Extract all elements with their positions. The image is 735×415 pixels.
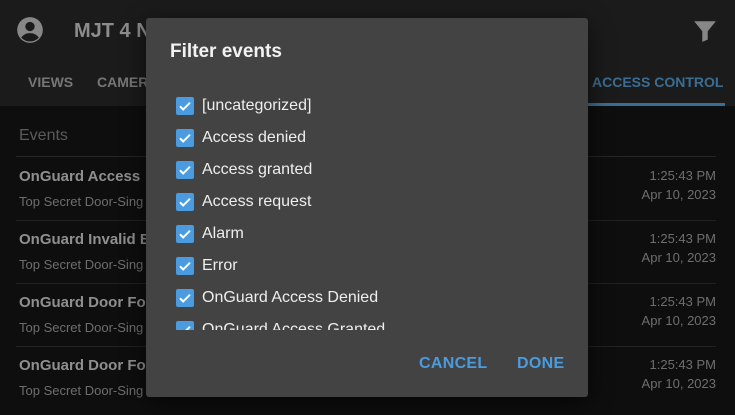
filter-option-label: Error (202, 257, 238, 274)
filter-option[interactable]: OnGuard Access Granted (176, 314, 556, 330)
checkbox-checked[interactable] (176, 225, 194, 243)
filter-option-label: Access request (202, 193, 312, 210)
filter-option-label: OnGuard Access Granted (202, 321, 386, 330)
filter-option[interactable]: [uncategorized] (176, 90, 556, 122)
cancel-button[interactable]: CANCEL (419, 355, 487, 373)
filter-option-list[interactable]: [uncategorized] Access denied Access gra… (146, 88, 588, 330)
checkbox-checked[interactable] (176, 289, 194, 307)
check-icon (180, 325, 191, 330)
filter-option[interactable]: Access granted (176, 154, 556, 186)
check-icon (179, 293, 191, 303)
filter-option-label: [uncategorized] (202, 97, 312, 114)
filter-option-label: Access denied (202, 129, 307, 146)
check-icon (179, 229, 191, 239)
check-icon (179, 261, 191, 271)
checkbox-checked[interactable] (176, 257, 194, 275)
checkbox-checked[interactable] (176, 129, 194, 147)
checkbox-checked[interactable] (176, 321, 194, 330)
filter-option-label: Alarm (202, 225, 244, 242)
checkbox-checked[interactable] (176, 97, 194, 115)
filter-option-label: OnGuard Access Denied (202, 289, 379, 306)
done-button[interactable]: DONE (517, 355, 564, 373)
filter-option-label: Access granted (202, 161, 313, 178)
checkbox-checked[interactable] (176, 193, 194, 211)
check-icon (179, 165, 191, 175)
check-icon (179, 101, 191, 111)
app-screen: MJT 4 N VIEWS CAMERA ACCESS CONTROL Even… (0, 0, 735, 415)
filter-option[interactable]: Access denied (176, 122, 556, 154)
filter-option[interactable]: Error (176, 250, 556, 282)
filter-option[interactable]: Access request (176, 186, 556, 218)
filter-option[interactable]: Alarm (176, 218, 556, 250)
dialog-title: Filter events (170, 41, 282, 62)
dialog-actions: CANCEL DONE (146, 348, 588, 384)
filter-events-dialog: Filter events [uncategorized] Access den… (146, 18, 588, 397)
filter-option[interactable]: OnGuard Access Denied (176, 282, 556, 314)
check-icon (179, 197, 191, 207)
check-icon (179, 133, 191, 143)
checkbox-checked[interactable] (176, 161, 194, 179)
